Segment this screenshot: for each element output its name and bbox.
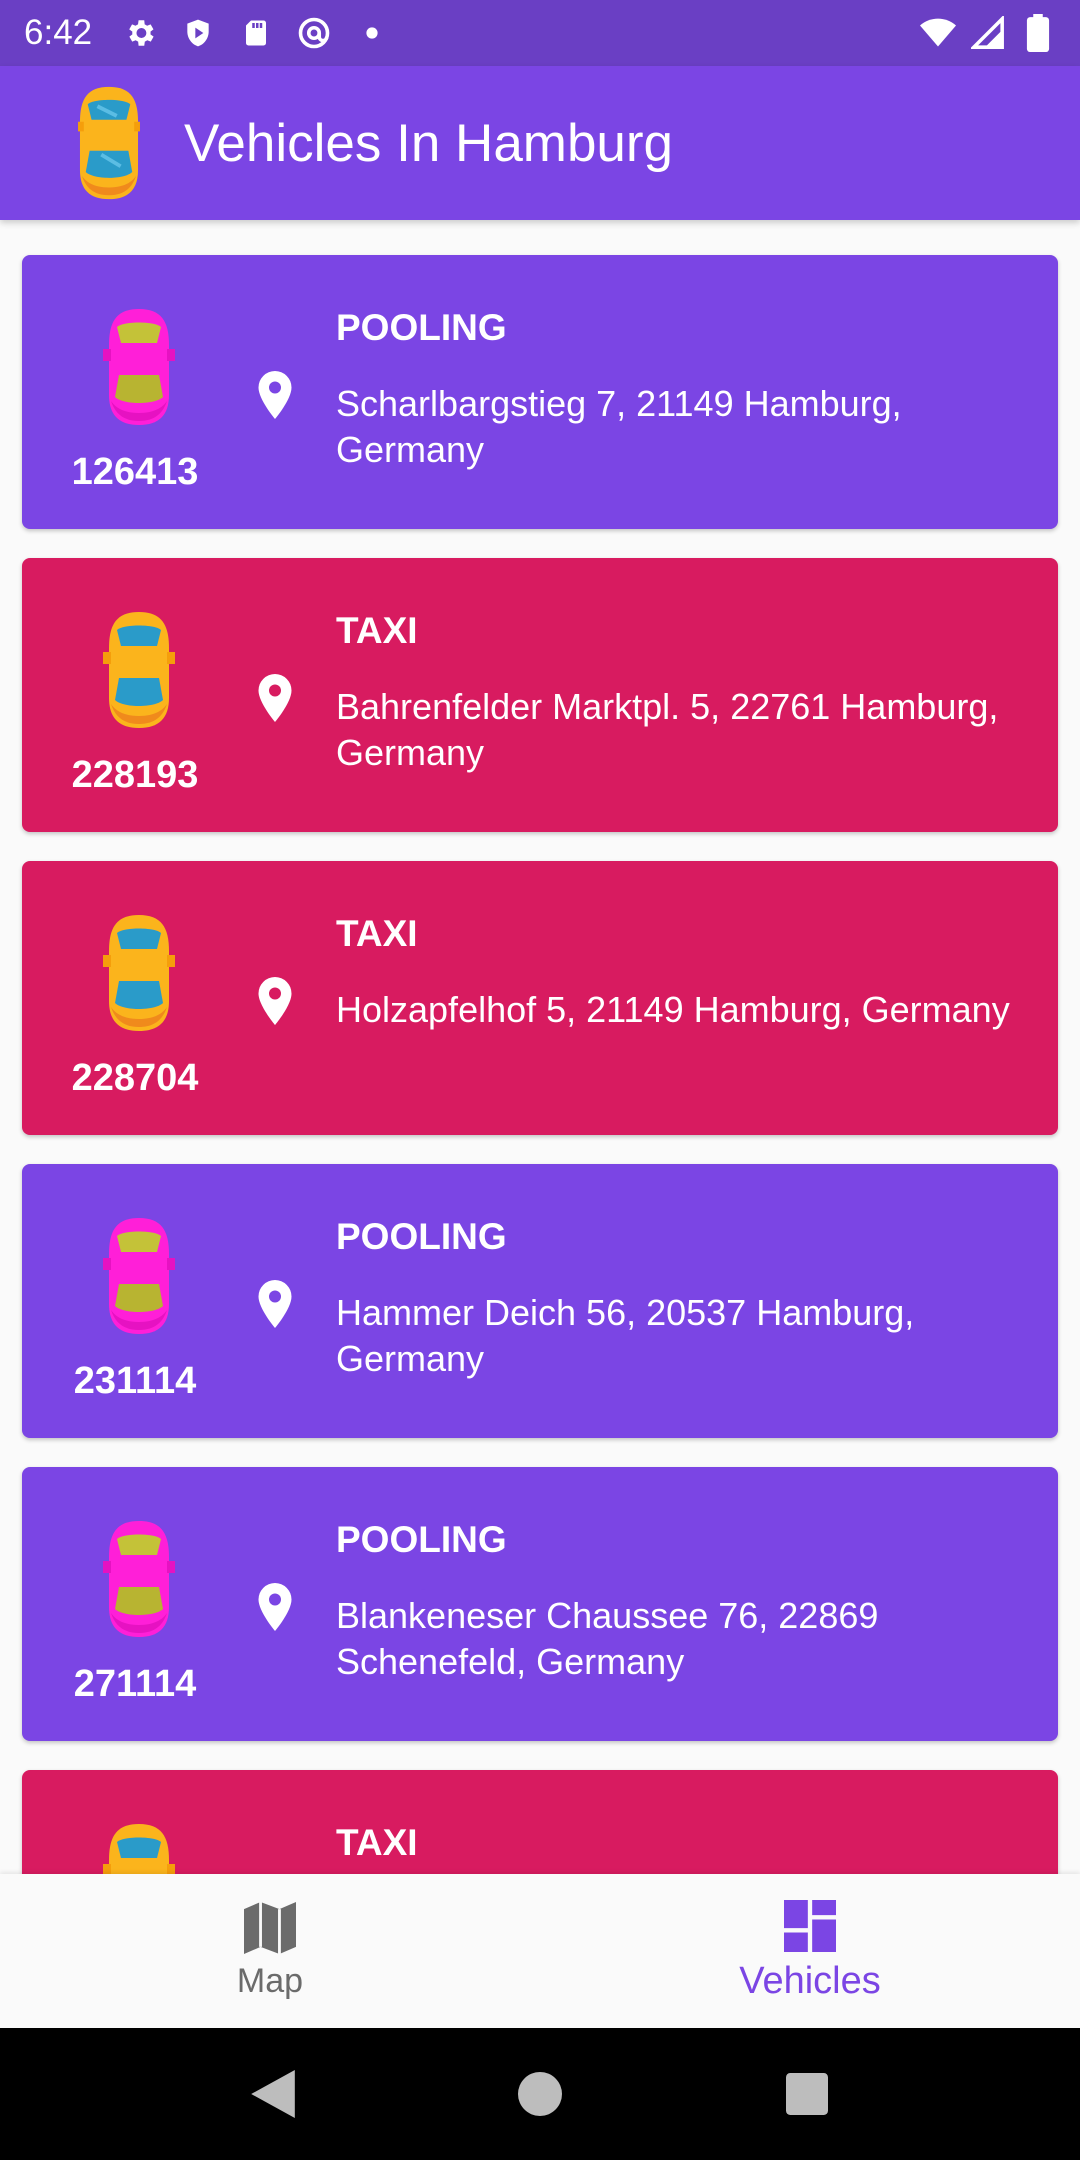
vehicle-address: Holzapfelhof 5, 21149 Hamburg, Germany: [336, 989, 1010, 1030]
location-pin-icon: [258, 1583, 292, 1631]
vehicle-type: TAXI: [336, 1822, 418, 1863]
system-navigation-bar: [0, 2028, 1080, 2160]
status-time: 6:42: [24, 13, 93, 52]
map-icon: [244, 1901, 296, 1954]
nav-label-vehicles: Vehicles: [739, 1959, 881, 2002]
taxi-car-icon: [78, 86, 140, 200]
taxi-car-icon: [103, 1824, 175, 1874]
location-pin-icon: [258, 674, 292, 722]
vehicle-card[interactable]: 228704 TAXI Holzapfelhof 5, 21149 Hambur…: [22, 861, 1058, 1135]
vehicle-type: POOLING: [336, 307, 507, 348]
vehicle-id: 231114: [73, 1360, 197, 1402]
page-title: Vehicles In Hamburg: [184, 113, 674, 173]
pooling-car-icon: [103, 309, 175, 425]
vehicle-address: Scharlbargstieg 7, 21149 Hamburg, German…: [336, 383, 902, 470]
location-pin-icon: [258, 977, 292, 1025]
vehicle-card[interactable]: 228193 TAXI Bahrenfelder Marktpl. 5, 227…: [22, 558, 1058, 832]
battery-icon: [1020, 14, 1056, 52]
vehicle-card[interactable]: TAXI: [22, 1770, 1058, 1874]
notification-icons: [122, 15, 390, 51]
vehicle-list[interactable]: 126413 POOLING Scharlbargstieg 7, 21149 …: [0, 220, 1080, 1874]
vehicle-address: Bahrenfelder Marktpl. 5, 22761 Hamburg, …: [336, 686, 999, 773]
wifi-icon: [920, 15, 956, 51]
vehicle-type: POOLING: [336, 1519, 507, 1560]
dashboard-icon: [784, 1899, 836, 1952]
signal-icon: [970, 15, 1006, 51]
status-bar: 6:42: [0, 0, 1080, 66]
location-pin-icon: [258, 1280, 292, 1328]
recents-icon[interactable]: [777, 2064, 837, 2124]
gear-icon: [122, 15, 158, 51]
vehicle-id: 228193: [71, 754, 199, 796]
nav-item-vehicles[interactable]: Vehicles: [540, 1874, 1080, 2028]
nav-label-map: Map: [236, 1961, 304, 2000]
vehicle-card[interactable]: 231114 POOLING Hammer Deich 56, 20537 Ha…: [22, 1164, 1058, 1438]
app-bar: Vehicles In Hamburg: [0, 66, 1080, 220]
bottom-navigation: Map Vehicles: [0, 1874, 1080, 2028]
sd-card-icon: [238, 15, 274, 51]
location-pin-icon: [258, 371, 292, 419]
vehicle-card[interactable]: 126413 POOLING Scharlbargstieg 7, 21149 …: [22, 255, 1058, 529]
vehicle-address: Blankeneser Chaussee 76, 22869 Schenefel…: [336, 1595, 879, 1682]
vehicle-id: 271114: [73, 1663, 197, 1705]
at-sign-icon: [296, 15, 332, 51]
taxi-car-icon: [103, 915, 175, 1031]
vehicle-card[interactable]: 271114 POOLING Blankeneser Chaussee 76, …: [22, 1467, 1058, 1741]
shield-icon: [180, 15, 216, 51]
vehicle-address: Hammer Deich 56, 20537 Hamburg, Germany: [336, 1292, 915, 1379]
vehicle-id: 126413: [71, 451, 199, 493]
taxi-car-icon: [103, 612, 175, 728]
system-status-icons: [920, 14, 1056, 52]
vehicle-type: TAXI: [336, 610, 418, 651]
vehicle-id: 228704: [71, 1057, 199, 1099]
nav-item-map[interactable]: Map: [0, 1874, 540, 2028]
vehicle-type: TAXI: [336, 913, 418, 954]
back-icon[interactable]: [243, 2064, 303, 2124]
pooling-car-icon: [103, 1218, 175, 1334]
vehicle-type: POOLING: [336, 1216, 507, 1257]
pooling-car-icon: [103, 1521, 175, 1637]
home-icon[interactable]: [510, 2064, 570, 2124]
dot-icon: [354, 15, 390, 51]
